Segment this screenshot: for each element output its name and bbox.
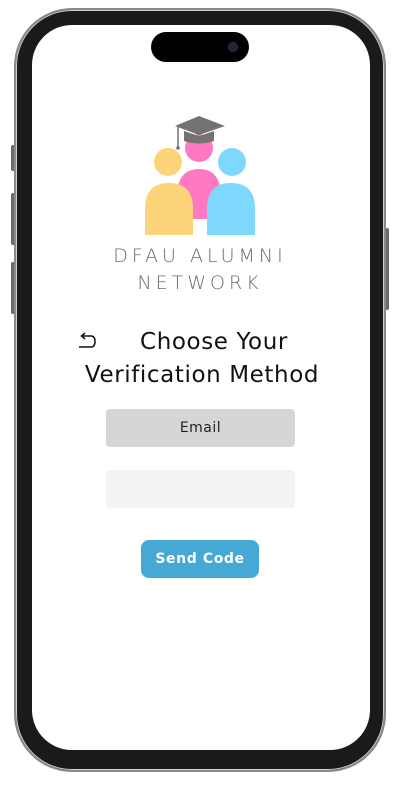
brand-name-line1: DFAU ALUMNI <box>113 245 287 267</box>
dynamic-island <box>151 32 249 62</box>
logo-body-right <box>207 183 255 235</box>
send-code-button[interactable]: Send Code <box>141 540 259 578</box>
verification-input[interactable] <box>106 470 295 508</box>
alumni-logo <box>145 116 255 235</box>
logo-cap-top <box>175 116 225 135</box>
logo-body-left <box>145 183 193 235</box>
logo-head-right <box>218 148 246 176</box>
logo-head-left <box>154 148 182 176</box>
page-title-line2: Verification Method <box>84 362 320 388</box>
logo-cap-tassel-end <box>176 146 180 150</box>
email-method-button[interactable]: Email <box>106 409 295 447</box>
front-camera <box>229 43 237 51</box>
brand-name-line2: NETWORK <box>137 272 263 294</box>
page-title-line1: Choose Your <box>140 329 288 355</box>
